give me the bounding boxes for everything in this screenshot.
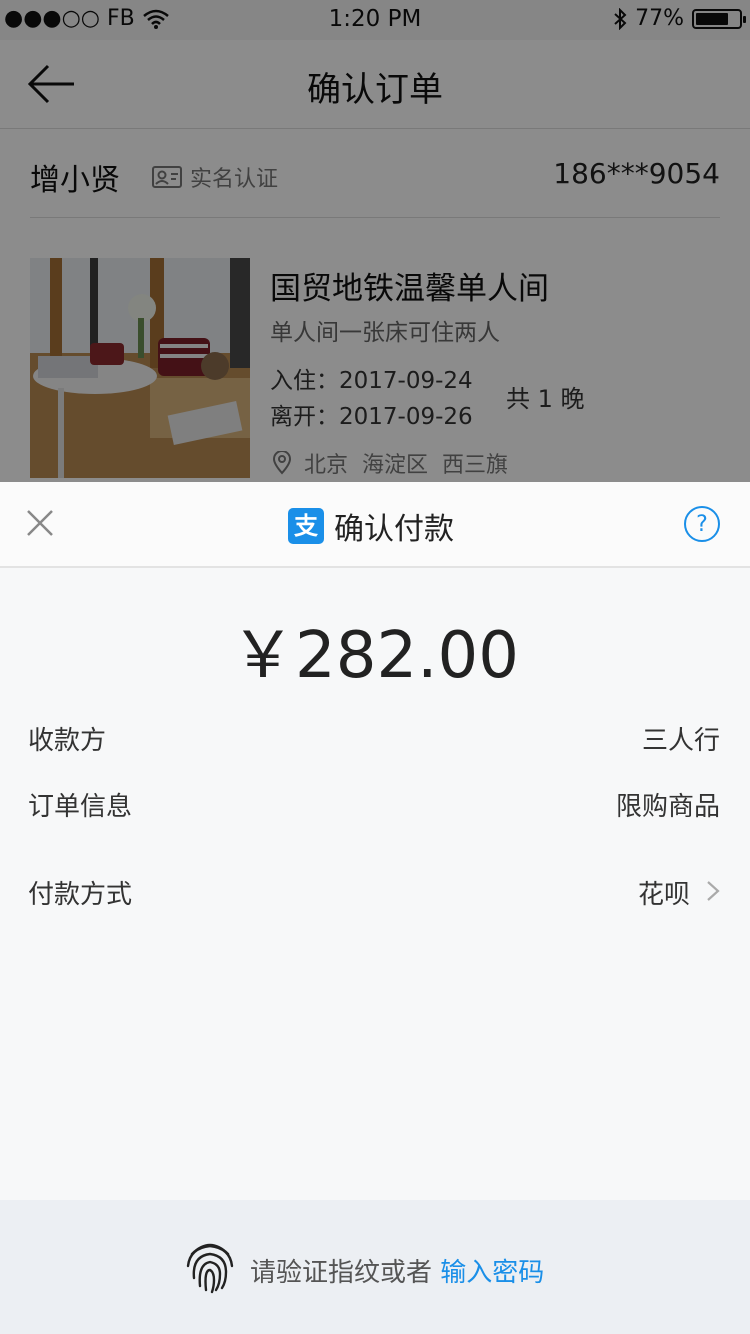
fingerprint-icon[interactable] bbox=[182, 1238, 238, 1294]
help-icon[interactable]: ? bbox=[684, 506, 720, 542]
alipay-logo-icon: 支 bbox=[288, 508, 324, 544]
order-info-label: 订单信息 bbox=[28, 792, 133, 822]
payment-method-label: 付款方式 bbox=[28, 880, 133, 910]
close-icon[interactable] bbox=[25, 508, 55, 538]
enter-password-link[interactable]: 输入密码 bbox=[440, 1258, 544, 1288]
order-info-value: 限购商品 bbox=[615, 792, 720, 822]
payment-sheet: 支 确认付款 ? ￥282.00 收款方 三人行 订单信息 限购商品 付款方式 … bbox=[0, 482, 750, 1334]
verify-footer: 请验证指纹或者 输入密码 bbox=[0, 1200, 750, 1334]
payment-amount: ￥282.00 bbox=[231, 619, 519, 693]
chevron-right-icon bbox=[707, 881, 720, 901]
sheet-title-text: 确认付款 bbox=[334, 512, 454, 547]
verify-prompt-text: 请验证指纹或者 bbox=[250, 1258, 433, 1288]
payee-value: 三人行 bbox=[641, 726, 720, 756]
payment-method-value: 花呗 bbox=[637, 880, 690, 910]
sheet-title: 支 确认付款 bbox=[288, 504, 454, 548]
payee-label: 收款方 bbox=[28, 726, 107, 756]
sheet-header: 支 确认付款 ? bbox=[0, 482, 750, 568]
verify-prompt: 请验证指纹或者 输入密码 bbox=[250, 1252, 544, 1289]
